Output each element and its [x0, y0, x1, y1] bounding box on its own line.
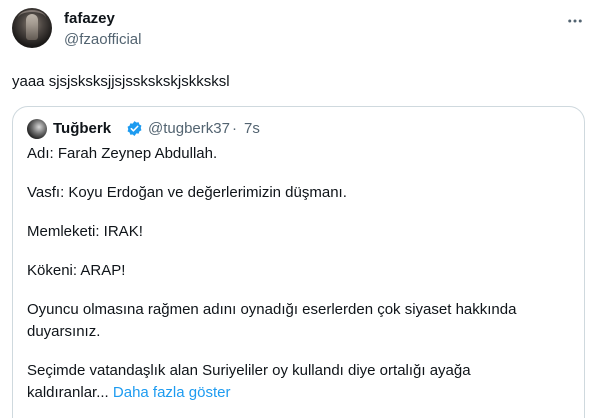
quoted-text-line: kaldıranlar... [27, 384, 109, 401]
more-options-button[interactable] [562, 8, 588, 34]
author-avatar[interactable] [12, 8, 52, 48]
quoted-author-name: Tuğberk [53, 120, 112, 137]
verified-badge-icon [127, 121, 142, 136]
quoted-text-line: Vasfı: Koyu Erdoğan ve değerlerimizin dü… [27, 184, 347, 201]
quoted-text-last-line: kaldıranlar... Daha fazla göster [27, 383, 230, 403]
show-more-link[interactable]: Daha fazla göster [113, 384, 231, 401]
quoted-author-avatar [27, 119, 47, 139]
quoted-timestamp[interactable]: 7s [244, 120, 260, 138]
tweet-text: yaaa sjsjsksksjjsjsskskskjskksksl [12, 73, 230, 90]
separator-dot: · [232, 120, 237, 137]
quoted-text-line: Adı: Farah Zeynep Abdullah. [27, 145, 218, 162]
quoted-text-line: duyarsınız. [27, 323, 101, 340]
quoted-text-line: Seçimde vatandaşlık alan Suriyeliler oy … [27, 362, 471, 379]
quoted-text-line: Oyuncu olmasına rağmen adını oynadığı es… [27, 301, 517, 318]
quoted-text-line: Kökeni: ARAP! [27, 262, 126, 279]
author-handle[interactable]: @fzaofficial [64, 31, 141, 49]
more-horizontal-icon [568, 19, 582, 23]
author-name[interactable]: fafazey [64, 10, 115, 28]
tweet: fafazey @fzaofficial yaaa sjsjsksksjjsjs… [0, 0, 601, 418]
quoted-tweet-card[interactable]: Tuğberk @tugberk37 · 7s Adı: Farah Zeyne… [12, 106, 585, 418]
quoted-text-line: Memleketi: IRAK! [27, 223, 143, 240]
quoted-author-handle: @tugberk37 [148, 120, 230, 137]
